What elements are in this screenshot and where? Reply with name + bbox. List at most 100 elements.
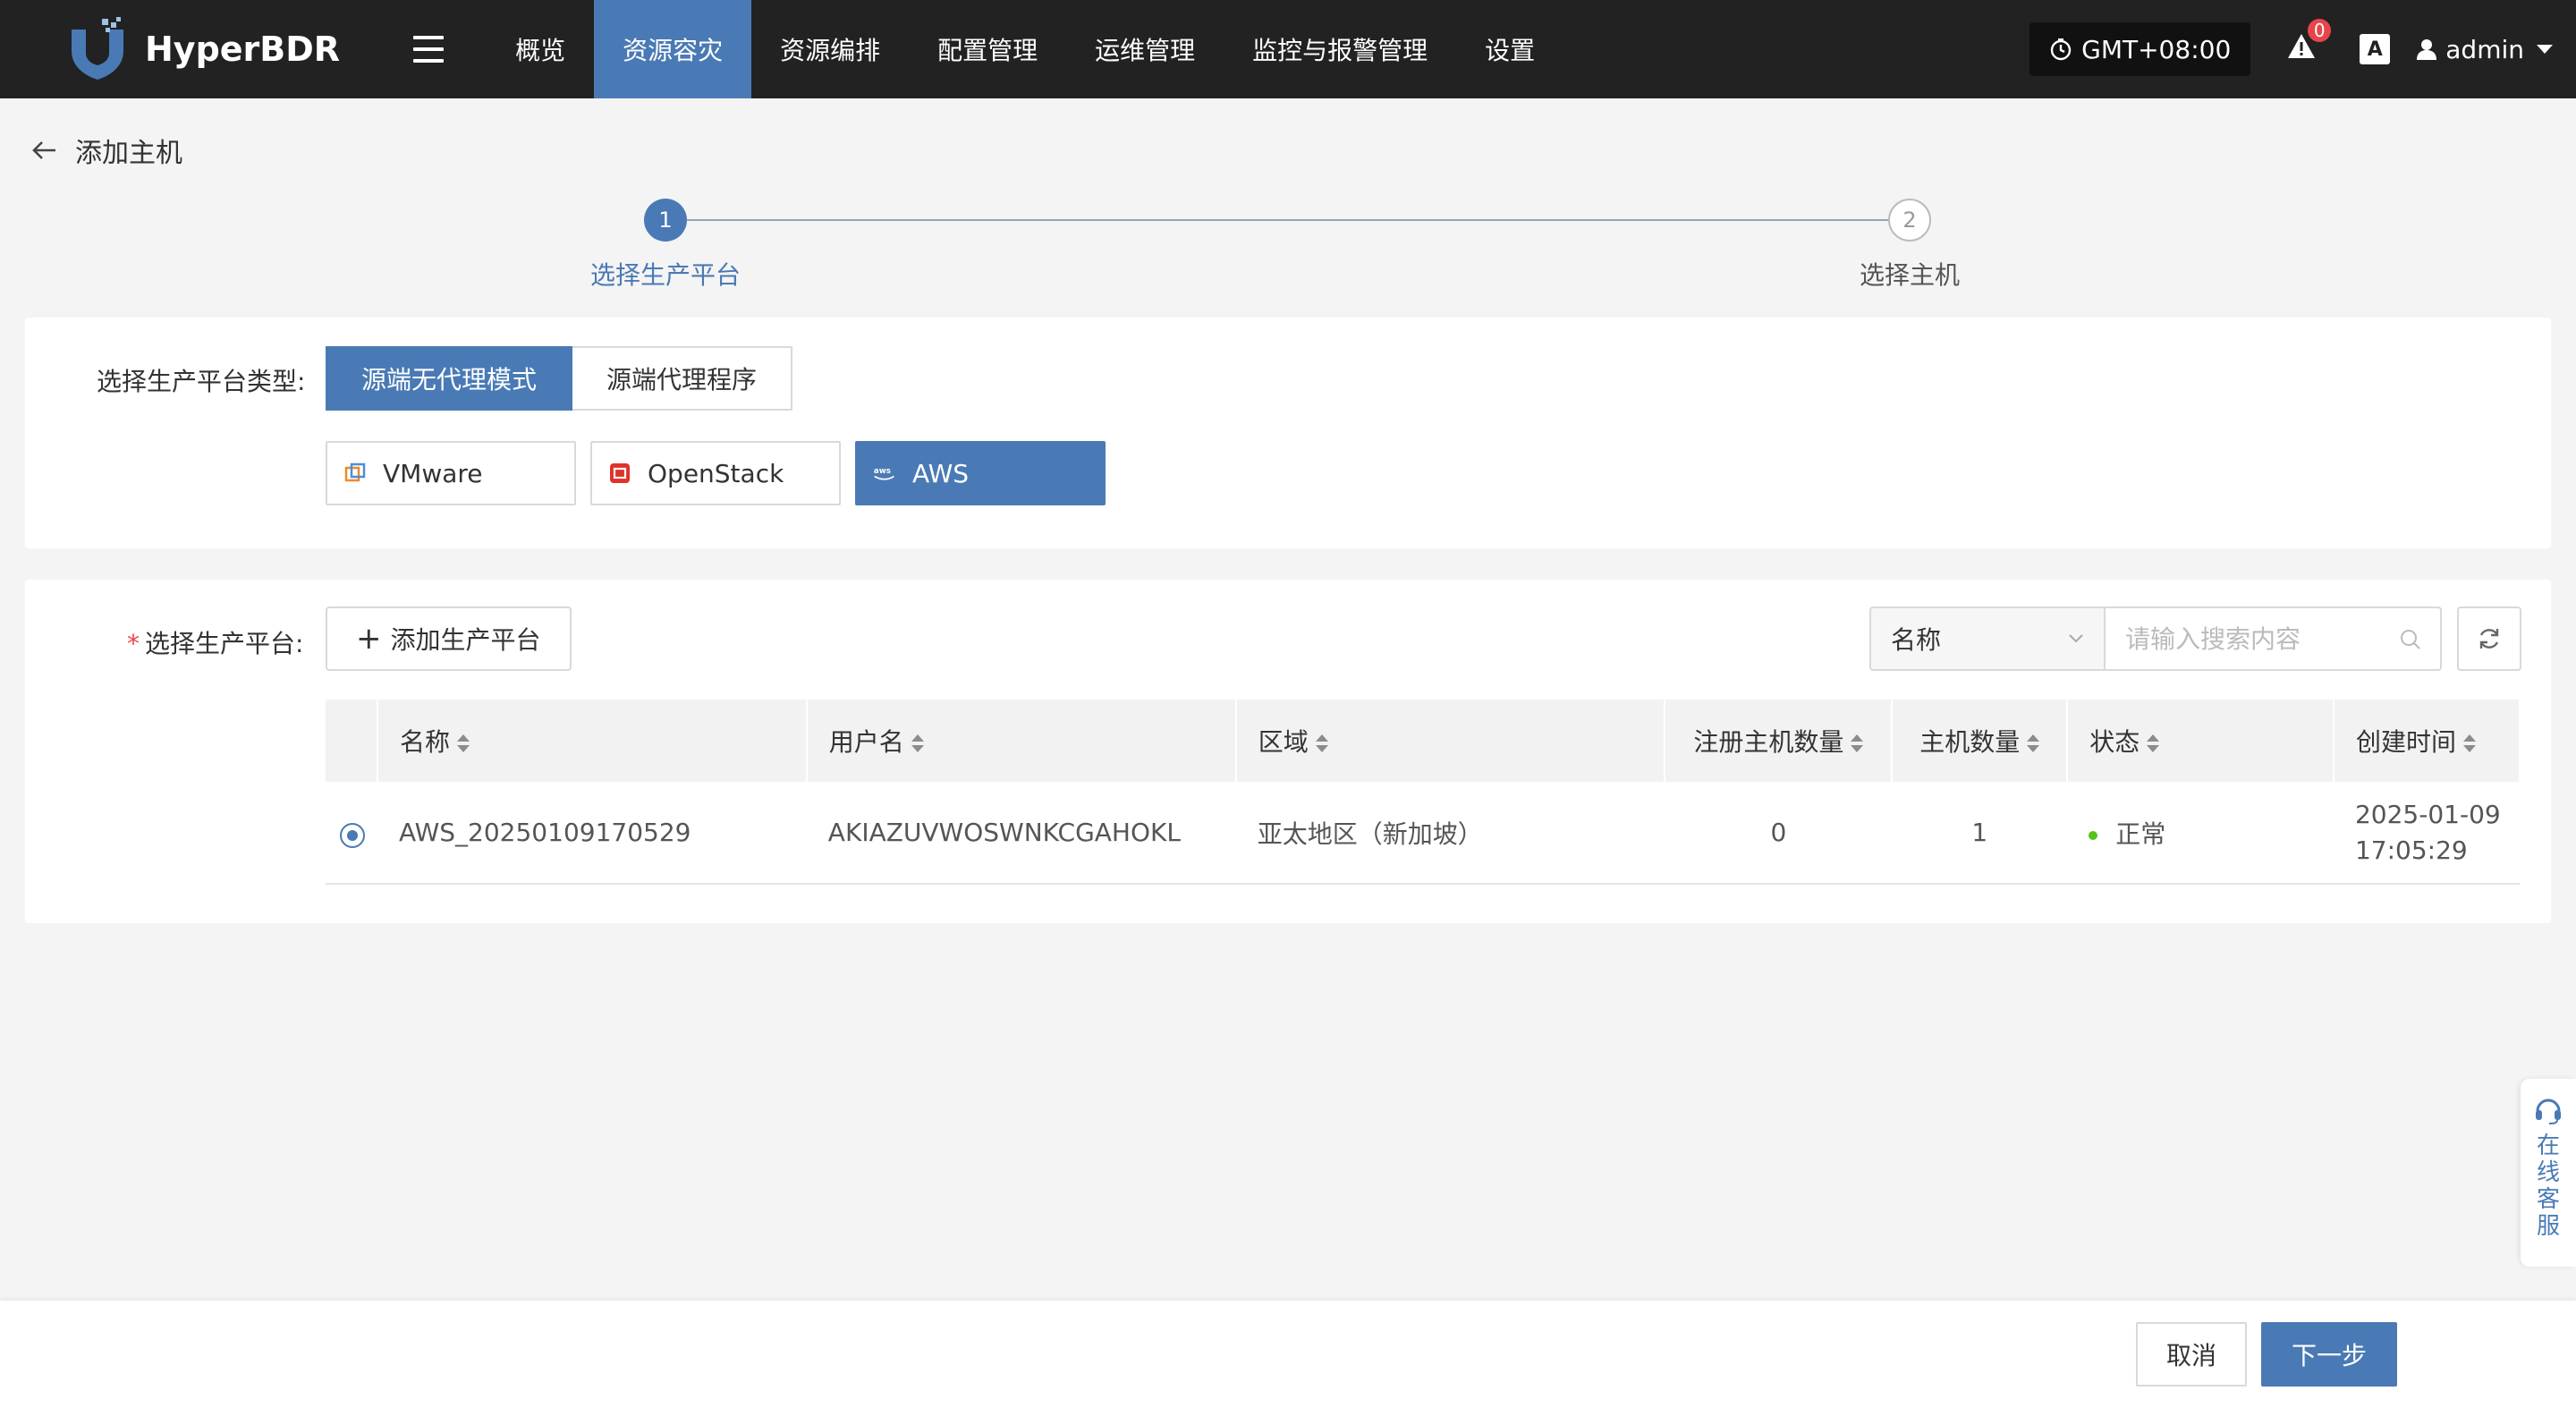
platform-select-label-text: 选择生产平台:	[145, 629, 304, 658]
top-navbar: HyperBDR 概览 资源容灾 资源编排 配置管理 运维管理 监控与报警管理 …	[0, 0, 2576, 98]
user-icon	[2417, 39, 2437, 60]
logo[interactable]: HyperBDR	[66, 0, 340, 98]
step-1-label: 选择生产平台	[589, 260, 741, 290]
footer-bar: 取消 下一步	[0, 1301, 2576, 1408]
platform-option-vmware[interactable]: VMware	[326, 441, 576, 505]
platform-option-label: OpenStack	[648, 458, 784, 488]
online-support-tab[interactable]: 在线客服	[2521, 1079, 2576, 1267]
alert-count-badge: 0	[2308, 19, 2332, 42]
timezone-display[interactable]: GMT+08:00	[2029, 22, 2251, 76]
headset-icon	[2536, 1098, 2561, 1124]
created-time: 17:05:29	[2354, 835, 2468, 865]
nav-item-config-management[interactable]: 配置管理	[909, 0, 1066, 98]
clock-icon	[2050, 38, 2072, 61]
column-header-region[interactable]: 区域	[1235, 700, 1666, 782]
alert-button[interactable]: 0	[2286, 19, 2332, 67]
row-radio[interactable]	[340, 822, 365, 848]
main-nav: 概览 资源容灾 资源编排 配置管理 运维管理 监控与报警管理 设置	[487, 0, 1563, 98]
column-header-label: 名称	[399, 727, 450, 757]
column-header-select	[326, 700, 378, 782]
column-header-label: 状态	[2089, 727, 2140, 757]
sort-icon[interactable]	[2463, 734, 2476, 753]
platform-table: 名称 用户名 区域 注册主机数量 主机数量 状态 创建时间 AWS_202501…	[326, 700, 2521, 885]
nav-item-settings[interactable]: 设置	[1456, 0, 1563, 98]
back-arrow-icon[interactable]	[30, 136, 59, 165]
shield-logo-icon	[72, 17, 123, 80]
nav-item-monitoring-alerts[interactable]: 监控与报警管理	[1224, 0, 1456, 98]
status-dot	[2089, 830, 2098, 840]
nav-item-ops-management[interactable]: 运维管理	[1066, 0, 1224, 98]
openstack-icon	[608, 462, 631, 485]
user-menu[interactable]: admin	[2417, 35, 2553, 64]
refresh-icon	[2479, 629, 2499, 649]
nav-item-resource-orchestration[interactable]: 资源编排	[751, 0, 909, 98]
chevron-down-icon	[2069, 634, 2083, 643]
timezone-label: GMT+08:00	[2081, 34, 2232, 64]
refresh-button[interactable]	[2457, 606, 2521, 671]
page-title: 添加主机	[75, 138, 182, 169]
platform-type-card: 选择生产平台类型: 源端无代理模式 源端代理程序 VMware OpenStac…	[25, 318, 2551, 548]
cancel-button[interactable]: 取消	[2136, 1322, 2247, 1387]
stepper: 1 选择生产平台 2 选择主机	[0, 199, 2576, 290]
step-2-label: 选择主机	[1859, 260, 1960, 290]
step-2-circle: 2	[1888, 199, 1931, 242]
add-platform-button[interactable]: + 添加生产平台	[326, 606, 572, 671]
platform-options: VMware OpenStack aws AWS	[326, 441, 1120, 505]
column-header-registered-hosts[interactable]: 注册主机数量	[1665, 700, 1894, 782]
mode-agentless-button[interactable]: 源端无代理模式	[326, 346, 573, 411]
cell-region: 亚太地区（新加坡）	[1235, 782, 1665, 885]
search-input-wrapper	[2106, 606, 2442, 671]
search-icon[interactable]	[2399, 628, 2422, 651]
language-icon[interactable]: A	[2360, 34, 2391, 64]
row-select-cell	[326, 782, 377, 885]
mode-agent-button[interactable]: 源端代理程序	[572, 346, 793, 411]
platform-option-label: VMware	[383, 458, 483, 488]
platform-option-openstack[interactable]: OpenStack	[590, 441, 841, 505]
cell-registered-hosts: 0	[1665, 782, 1893, 885]
step-2: 2 选择主机	[1802, 199, 2017, 292]
aws-icon: aws	[873, 462, 896, 485]
column-header-hosts[interactable]: 主机数量	[1892, 700, 2069, 782]
cell-status: 正常	[2067, 782, 2334, 885]
column-header-username[interactable]: 用户名	[806, 700, 1237, 782]
sort-icon[interactable]	[1851, 734, 1864, 753]
platform-type-label: 选择生产平台类型:	[97, 367, 306, 396]
sort-icon[interactable]	[456, 734, 470, 753]
column-header-label: 主机数量	[1919, 727, 2021, 757]
search-group: 名称	[1869, 606, 2442, 671]
step-1: 1 选择生产平台	[558, 199, 773, 292]
svg-text:aws: aws	[874, 467, 891, 476]
column-header-label: 注册主机数量	[1693, 727, 1844, 757]
status-label: 正常	[2115, 819, 2166, 849]
created-date: 2025-01-09	[2354, 799, 2501, 829]
nav-item-overview[interactable]: 概览	[487, 0, 594, 98]
topbar-right: GMT+08:00 0 A admin	[2029, 0, 2576, 98]
required-mark: *	[127, 629, 140, 658]
column-header-status[interactable]: 状态	[2067, 700, 2334, 782]
username-label: admin	[2445, 34, 2524, 64]
column-header-label: 用户名	[828, 727, 904, 757]
search-input[interactable]	[2125, 623, 2385, 654]
mode-segmented-control: 源端无代理模式 源端代理程序	[326, 346, 793, 411]
nav-item-resource-dr[interactable]: 资源容灾	[594, 0, 752, 98]
platform-select-card: * 选择生产平台: + 添加生产平台 名称 请输入搜索内容 名称 用户名 区域 …	[25, 580, 2551, 923]
next-step-button[interactable]: 下一步	[2261, 1322, 2397, 1387]
table-row[interactable]: AWS_20250109170529 AKIAZUVWOSWNKCGAHOKL …	[326, 782, 2520, 885]
column-header-name[interactable]: 名称	[377, 700, 808, 782]
menu-toggle-icon[interactable]	[413, 36, 445, 63]
search-field-select[interactable]: 名称	[1869, 606, 2106, 671]
platform-option-aws[interactable]: aws AWS	[855, 441, 1106, 505]
column-header-label: 区域	[1258, 727, 1309, 757]
platform-select-label: * 选择生产平台:	[127, 624, 303, 660]
page-header: 添加主机	[30, 131, 182, 170]
sort-icon[interactable]	[911, 734, 924, 753]
sort-icon[interactable]	[1315, 734, 1328, 753]
platform-option-label: AWS	[912, 458, 970, 488]
cell-created: 2025-01-09 17:05:29	[2333, 782, 2520, 885]
cell-name: AWS_20250109170529	[377, 782, 807, 885]
stepper-line	[687, 219, 1889, 221]
column-header-created[interactable]: 创建时间	[2333, 700, 2521, 782]
sort-icon[interactable]	[2147, 734, 2160, 753]
chevron-down-icon	[2537, 45, 2553, 54]
sort-icon[interactable]	[2027, 734, 2040, 753]
